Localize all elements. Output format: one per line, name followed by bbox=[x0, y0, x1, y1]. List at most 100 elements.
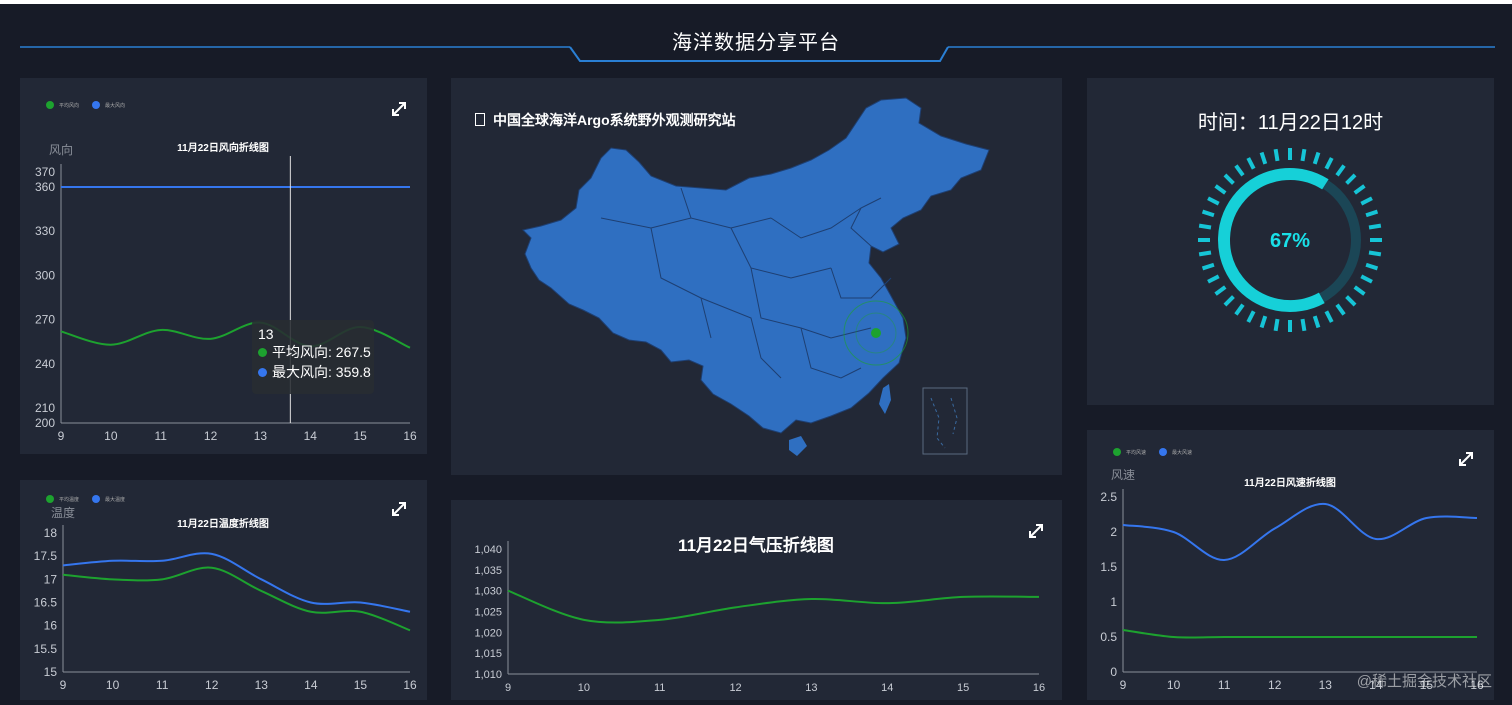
pressure-panel: 11月22日气压折线图 1,010 1,015 1,020 1,025 1,030 1,03… bbox=[451, 500, 1062, 700]
gauge-tick bbox=[1198, 250, 1212, 257]
gauge-tick bbox=[1360, 274, 1373, 284]
x-tick-label: 9 bbox=[1120, 678, 1127, 692]
y-tick-label: 17 bbox=[44, 572, 58, 586]
gauge-value-label: 67% bbox=[1270, 230, 1310, 252]
gauge-tick bbox=[1223, 295, 1235, 307]
expand-icon[interactable] bbox=[390, 100, 408, 118]
gauge-tick bbox=[1312, 315, 1321, 329]
legend-marker bbox=[92, 495, 100, 503]
x-tick-label: 11 bbox=[154, 429, 167, 443]
y-tick-label: 1,020 bbox=[474, 627, 502, 639]
y-tick-label: 1,030 bbox=[474, 586, 502, 598]
gauge-panel: 时间：11月22日12时 67% bbox=[1087, 78, 1494, 405]
y-tick-label: 270 bbox=[35, 313, 55, 327]
gauge-tick bbox=[1207, 196, 1220, 206]
gauge-tick bbox=[1234, 303, 1245, 316]
gauge-tick bbox=[1324, 310, 1334, 323]
wind-direction-chart: 11月22日风向折线图 风向 平均风向 最大风向 200210 240 270 300 330 3… bbox=[35, 101, 417, 443]
x-tick-label: 13 bbox=[254, 429, 268, 443]
gauge-tick bbox=[1345, 173, 1357, 185]
legend-marker bbox=[46, 495, 54, 503]
south-sea-inset bbox=[922, 387, 968, 455]
x-tick-label: 15 bbox=[354, 678, 368, 692]
gauge-tick bbox=[1207, 274, 1220, 284]
gauge-tick bbox=[1246, 310, 1256, 323]
legend-marker bbox=[46, 101, 54, 109]
header: 海洋数据分享平台 bbox=[0, 4, 1512, 66]
wind-speed-chart: 11月22日风速折线图 风速 平均风速 最大风速 0 0.5 1 1.5 2 2.5 9 10 11 12… bbox=[1100, 448, 1484, 692]
legend-label: 平均风向 bbox=[59, 102, 79, 109]
hainan-island bbox=[789, 436, 807, 456]
x-tick-label: 12 bbox=[204, 429, 218, 443]
x-tick-label: 10 bbox=[578, 682, 590, 694]
y-tick-label: 360 bbox=[35, 180, 55, 194]
y-tick-label: 1,010 bbox=[474, 669, 502, 681]
gauge-tick bbox=[1201, 209, 1215, 218]
taiwan-island bbox=[879, 384, 891, 414]
y-tick-label: 0.5 bbox=[1100, 630, 1117, 644]
x-tick-label: 11 bbox=[1218, 678, 1231, 692]
y-tick-label: 1,015 bbox=[474, 648, 502, 660]
y-tick-label: 0 bbox=[1110, 665, 1117, 679]
tooltip-label: 平均风向: 267.5 bbox=[272, 344, 371, 360]
y-tick-label: 16.5 bbox=[34, 596, 58, 610]
watermark: @稀土掘金技术社区 bbox=[1356, 673, 1492, 690]
x-tick-label: 13 bbox=[805, 682, 817, 694]
gauge-tick bbox=[1353, 184, 1366, 195]
y-tick-label: 2 bbox=[1110, 525, 1117, 539]
gauge-tick bbox=[1324, 157, 1334, 170]
y-tick-label: 1 bbox=[1110, 595, 1117, 609]
series-line bbox=[1122, 502, 1478, 562]
y-tick-label: 15 bbox=[44, 665, 58, 679]
y-tick-label: 2.5 bbox=[1100, 490, 1117, 504]
y-tick-label: 1,040 bbox=[474, 544, 502, 556]
y-tick-label: 330 bbox=[35, 224, 55, 238]
series-line bbox=[507, 589, 1040, 624]
x-tick-label: 14 bbox=[304, 678, 318, 692]
x-tick-label: 11 bbox=[654, 682, 665, 694]
gauge-tick bbox=[1259, 315, 1268, 329]
x-tick-label: 11 bbox=[156, 678, 169, 692]
gauge-tick bbox=[1198, 223, 1212, 230]
y-axis-label: 风速 bbox=[1111, 468, 1135, 482]
station-dot-icon[interactable] bbox=[871, 328, 881, 338]
china-map[interactable] bbox=[451, 78, 1062, 475]
y-tick-label: 1.5 bbox=[1100, 560, 1117, 574]
x-tick-label: 16 bbox=[403, 678, 417, 692]
gauge-tick bbox=[1300, 318, 1307, 332]
chart-tooltip: 13 平均风向: 267.5 最大风向: 359.8 bbox=[252, 320, 374, 394]
expand-icon[interactable] bbox=[1457, 450, 1475, 468]
y-tick-label: 1,025 bbox=[474, 607, 502, 619]
legend-dot bbox=[258, 347, 267, 357]
expand-icon[interactable] bbox=[1027, 522, 1045, 540]
progress-gauge: 67% bbox=[1198, 148, 1382, 332]
x-tick-label: 14 bbox=[304, 429, 318, 443]
temperature-chart: 11月22日温度折线图 温度 平均温度 最大温度 15 15.5 16 16.5 17 17.5 1… bbox=[34, 495, 417, 692]
page-title: 海洋数据分享平台 bbox=[672, 32, 840, 54]
y-tick-label: 18 bbox=[44, 526, 58, 540]
legend-marker bbox=[92, 101, 100, 109]
legend-label: 平均风速 bbox=[1126, 449, 1146, 456]
legend-label: 平均温度 bbox=[59, 496, 79, 503]
x-tick-label: 9 bbox=[505, 682, 511, 694]
expand-icon[interactable] bbox=[390, 500, 408, 518]
gauge-tick bbox=[1365, 209, 1379, 218]
temperature-panel: 11月22日温度折线图 温度 平均温度 最大温度 15 15.5 16 16.5 17 17.5 1… bbox=[20, 480, 427, 700]
gauge-tick bbox=[1214, 285, 1227, 296]
gauge-tick bbox=[1223, 173, 1235, 185]
x-tick-label: 9 bbox=[60, 678, 67, 692]
x-tick-label: 16 bbox=[403, 429, 417, 443]
legend-marker bbox=[1159, 448, 1167, 456]
tooltip-row: 平均风向: 267.5 bbox=[258, 342, 374, 362]
legend-label: 最大风速 bbox=[1172, 449, 1192, 456]
gauge-tick bbox=[1273, 318, 1280, 332]
tooltip-row: 最大风向: 359.8 bbox=[258, 362, 374, 382]
y-tick-label: 200 bbox=[35, 416, 55, 430]
gauge-tick bbox=[1300, 148, 1307, 162]
y-tick-label: 15.5 bbox=[34, 642, 58, 656]
y-tick-label: 300 bbox=[35, 268, 55, 282]
legend-label: 最大风向 bbox=[105, 102, 125, 109]
x-tick-label: 12 bbox=[729, 682, 741, 694]
series-line bbox=[1122, 629, 1477, 639]
chart-title: 11月22日风向折线图 bbox=[177, 141, 269, 154]
